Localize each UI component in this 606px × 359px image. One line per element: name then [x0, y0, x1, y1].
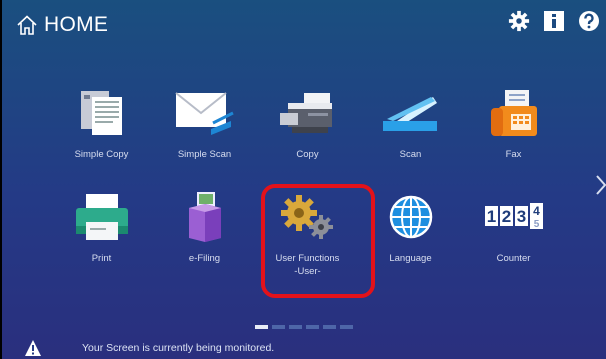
- page-dot[interactable]: [306, 325, 319, 329]
- app-simple-scan[interactable]: Simple Scan: [153, 84, 256, 188]
- app-simple-copy[interactable]: Simple Copy: [50, 84, 153, 188]
- app-row-2: Print e-Filing User Functions -User- Lan…: [50, 188, 570, 292]
- app-print[interactable]: Print: [50, 188, 153, 292]
- page-dot[interactable]: [340, 325, 353, 329]
- top-bar: HOME: [2, 0, 606, 48]
- counter-digit: 3: [516, 207, 525, 226]
- app-counter[interactable]: 1 2 3 4 5 Counter: [462, 188, 565, 292]
- app-label: Simple Scan: [177, 149, 232, 160]
- app-label: Language: [389, 253, 432, 264]
- user-functions-icon: [280, 195, 333, 239]
- counter-digit: 1: [486, 207, 495, 226]
- app-language[interactable]: Language: [359, 188, 462, 292]
- status-message: Your Screen is currently being monitored…: [82, 342, 275, 354]
- app-e-filing[interactable]: e-Filing: [153, 188, 256, 292]
- app-fax[interactable]: Fax: [462, 84, 565, 188]
- app-label: Print: [91, 253, 112, 264]
- e-filing-icon: [188, 192, 221, 242]
- app-grid: Simple Copy Simple Scan Copy Scan Fax Pr…: [50, 84, 570, 292]
- simple-scan-icon: [174, 92, 234, 135]
- help-icon[interactable]: [578, 10, 600, 32]
- copy-icon: [279, 93, 332, 133]
- scan-icon: [382, 97, 437, 131]
- app-label: e-Filing: [188, 253, 221, 264]
- page-dot[interactable]: [272, 325, 285, 329]
- simple-copy-icon: [80, 91, 122, 135]
- app-scan[interactable]: Scan: [359, 84, 462, 188]
- home-button[interactable]: HOME: [16, 12, 108, 38]
- page-dot[interactable]: [323, 325, 336, 329]
- svg-text:5: 5: [533, 219, 539, 230]
- app-label: Simple Copy: [74, 149, 129, 160]
- status-bar: Your Screen is currently being monitored…: [2, 337, 606, 359]
- page-dot[interactable]: [255, 325, 268, 329]
- app-label: Counter: [496, 253, 531, 264]
- page-dot[interactable]: [289, 325, 302, 329]
- app-label: Fax: [505, 149, 522, 160]
- counter-icon: 1 2 3 4 5: [484, 203, 543, 230]
- app-copy[interactable]: Copy: [256, 84, 359, 188]
- counter-digit: 2: [501, 207, 510, 226]
- app-label: Scan: [399, 149, 422, 160]
- print-icon: [75, 194, 128, 240]
- page-indicator: [255, 325, 353, 329]
- page-title: HOME: [44, 13, 109, 36]
- app-label: User Functions -User-: [275, 253, 340, 277]
- settings-icon[interactable]: [508, 10, 530, 32]
- next-page-arrow[interactable]: [594, 172, 606, 198]
- counter-digit: 4: [533, 204, 540, 218]
- fax-icon: [490, 90, 537, 136]
- warning-icon: [25, 340, 41, 356]
- home-screen: HOME Simple Copy Simple Scan Copy Scan F…: [2, 0, 606, 359]
- app-user-functions[interactable]: User Functions -User-: [256, 188, 359, 292]
- app-label: Copy: [296, 149, 319, 160]
- home-icon: [17, 15, 37, 35]
- language-icon: [389, 195, 432, 239]
- info-icon[interactable]: [543, 10, 565, 32]
- app-row-1: Simple Copy Simple Scan Copy Scan Fax: [50, 84, 570, 188]
